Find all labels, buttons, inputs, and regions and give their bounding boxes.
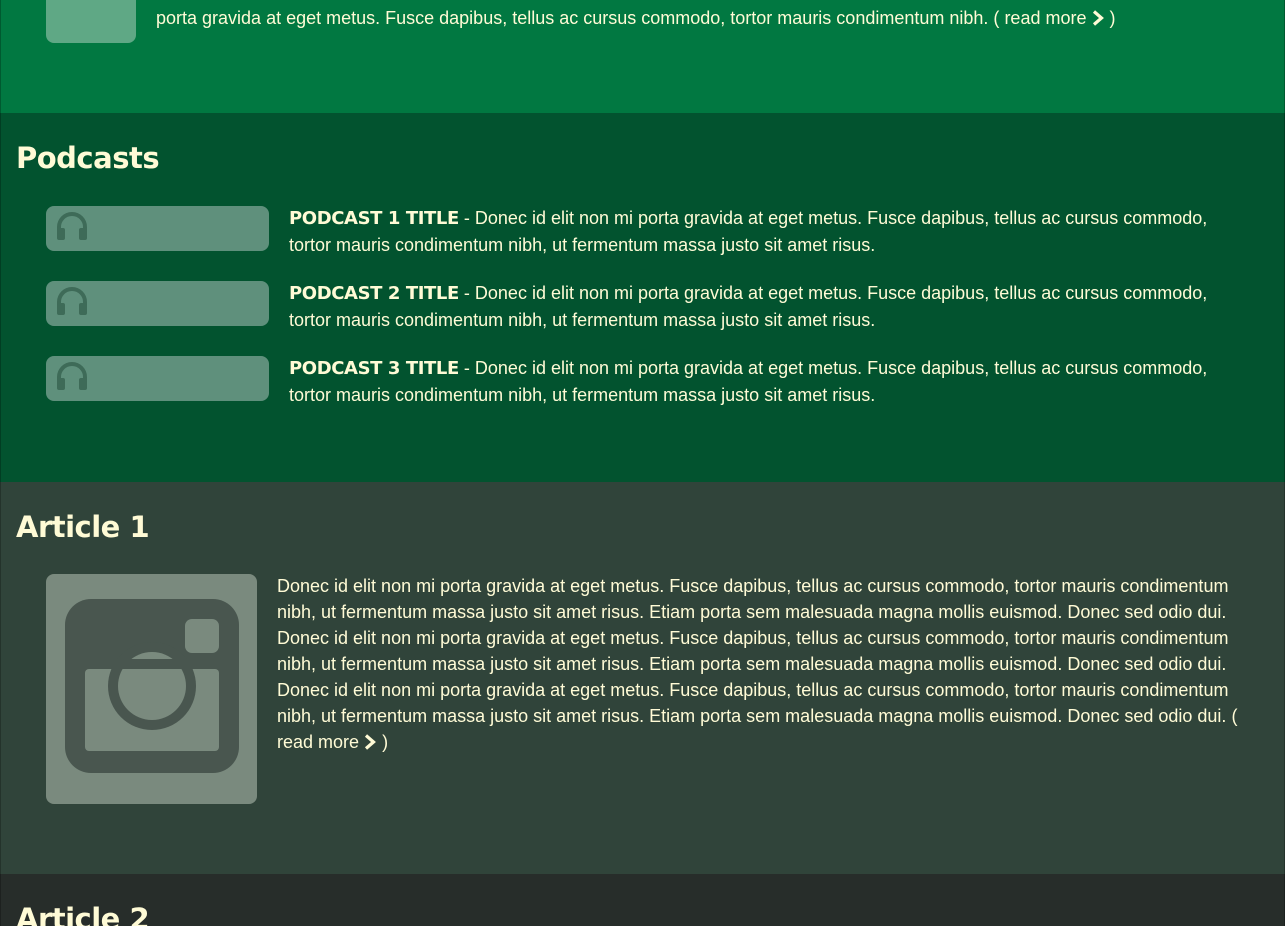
article-body: Donec id elit non mi porta gravida at eg… bbox=[277, 576, 1229, 726]
podcasts-heading: Podcasts bbox=[16, 141, 160, 175]
podcast-title[interactable]: PODCAST 3 TITLE bbox=[289, 358, 459, 379]
featured-excerpt: porta gravida at eget metus. Fusce dapib… bbox=[156, 5, 1256, 31]
podcast-text: PODCAST 2 TITLE - Donec id elit non mi p… bbox=[289, 280, 1234, 333]
article-section: Article 2 bbox=[0, 874, 1285, 926]
headphones-icon bbox=[57, 212, 87, 240]
featured-excerpt-text: porta gravida at eget metus. Fusce dapib… bbox=[156, 8, 989, 28]
chevron-right-icon bbox=[365, 734, 377, 750]
podcast-item: PODCAST 2 TITLE - Donec id elit non mi p… bbox=[46, 281, 1246, 341]
podcast-item: PODCAST 1 TITLE - Donec id elit non mi p… bbox=[46, 206, 1246, 266]
podcast-player[interactable] bbox=[46, 281, 269, 326]
podcasts-section: Podcasts PODCAST 1 TITLE - Donec id elit… bbox=[0, 113, 1285, 482]
article-heading[interactable]: Article 2 bbox=[16, 902, 150, 926]
read-more-label: read more bbox=[277, 732, 360, 752]
podcast-player[interactable] bbox=[46, 356, 269, 401]
featured-section: porta gravida at eget metus. Fusce dapib… bbox=[0, 0, 1285, 113]
read-more-label: read more bbox=[1004, 8, 1087, 28]
featured-thumbnail[interactable] bbox=[46, 0, 136, 43]
instagram-icon bbox=[65, 599, 239, 773]
chevron-right-icon bbox=[1092, 10, 1104, 26]
podcast-separator: - bbox=[458, 358, 475, 378]
podcast-item: PODCAST 3 TITLE - Donec id elit non mi p… bbox=[46, 356, 1246, 416]
headphones-icon bbox=[57, 362, 87, 390]
read-more-open-paren: ( bbox=[993, 8, 1000, 28]
read-more-close-paren: ) bbox=[1109, 8, 1116, 28]
podcast-title[interactable]: PODCAST 2 TITLE bbox=[289, 283, 459, 304]
podcast-separator: - bbox=[458, 208, 475, 228]
article-thumbnail[interactable] bbox=[46, 574, 257, 804]
podcast-text: PODCAST 3 TITLE - Donec id elit non mi p… bbox=[289, 355, 1234, 408]
podcast-title[interactable]: PODCAST 1 TITLE bbox=[289, 208, 459, 229]
article-section: Article 1 Donec id elit non mi porta gra… bbox=[0, 482, 1285, 874]
read-more-close-paren: ) bbox=[382, 732, 389, 752]
instagram-icon bbox=[46, 0, 136, 43]
article-excerpt: Donec id elit non mi porta gravida at eg… bbox=[277, 573, 1252, 755]
podcast-separator: - bbox=[458, 283, 475, 303]
podcast-player[interactable] bbox=[46, 206, 269, 251]
read-more-open-paren: ( bbox=[1231, 706, 1238, 726]
read-more-link[interactable]: read more bbox=[277, 732, 377, 752]
read-more-link[interactable]: read more bbox=[1004, 8, 1104, 28]
headphones-icon bbox=[57, 287, 87, 315]
podcast-text: PODCAST 1 TITLE - Donec id elit non mi p… bbox=[289, 205, 1234, 258]
article-heading[interactable]: Article 1 bbox=[16, 510, 150, 544]
